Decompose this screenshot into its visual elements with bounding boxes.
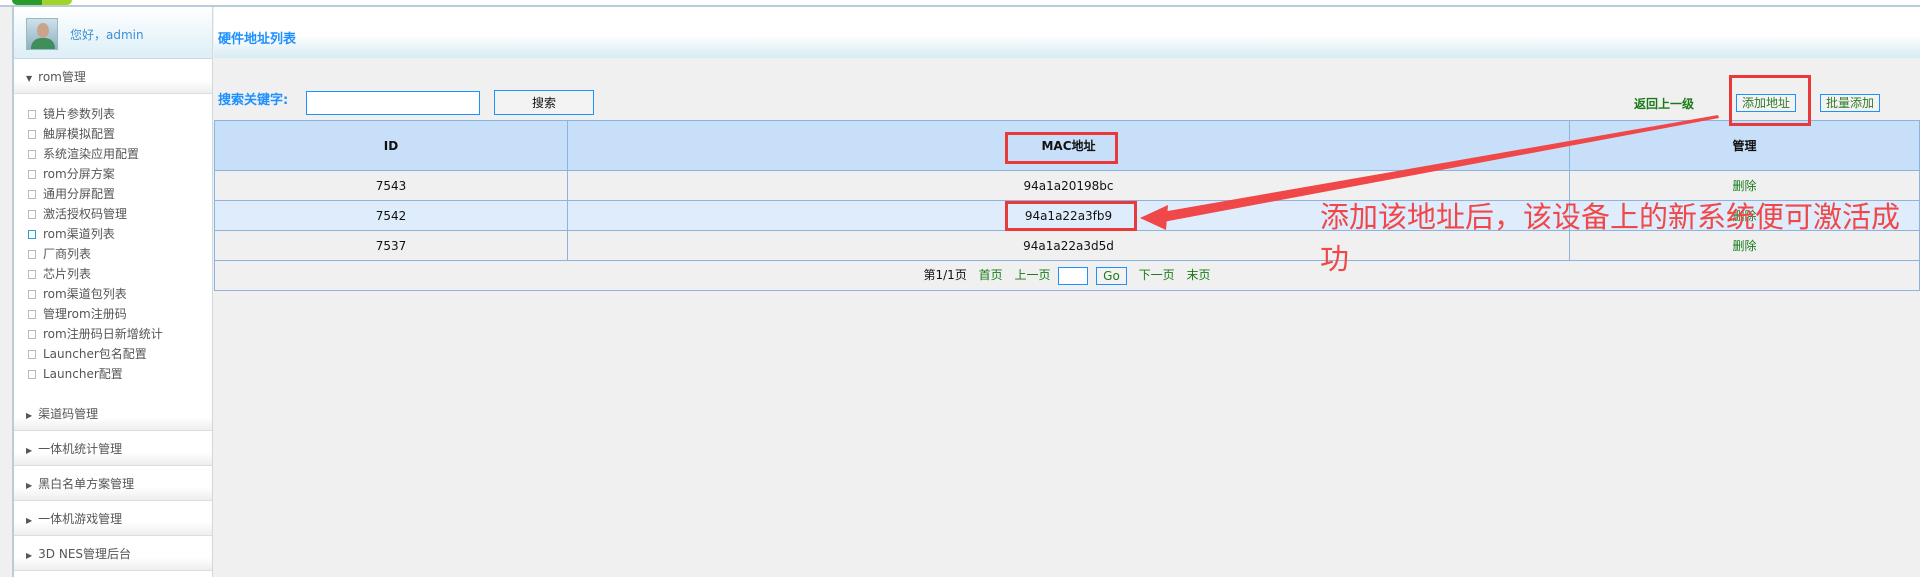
annotation-text: 添加该地址后，该设备上的新系统便可激活成功 — [1320, 200, 1901, 276]
annotation-arrow-icon — [1140, 115, 1719, 230]
